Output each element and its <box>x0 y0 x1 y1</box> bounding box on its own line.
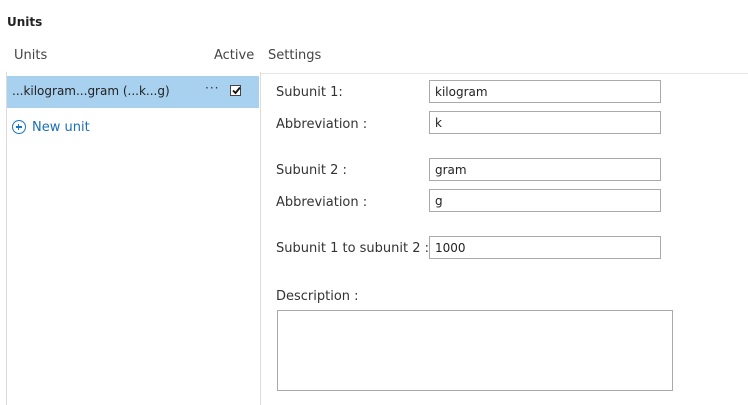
plus-circle-icon <box>12 120 26 134</box>
abbreviation1-label: Abbreviation : <box>276 117 368 132</box>
abbreviation2-label: Abbreviation : <box>276 195 368 210</box>
column-header-active: Active <box>214 48 255 63</box>
settings-top-divider <box>261 73 748 74</box>
description-label: Description : <box>276 289 359 304</box>
abbreviation2-input[interactable] <box>429 189 661 212</box>
subunit1-input[interactable] <box>429 80 661 103</box>
active-checkbox[interactable] <box>230 85 241 96</box>
checkmark-icon <box>232 86 241 95</box>
column-header-units: Units <box>14 48 48 63</box>
panel-divider-vertical <box>260 72 261 405</box>
unit-list-item-label: ...kilogram...gram (...k...g) <box>12 84 170 98</box>
description-textarea[interactable] <box>277 310 673 391</box>
ratio-input[interactable] <box>429 236 661 259</box>
abbreviation1-input[interactable] <box>429 111 661 134</box>
new-unit-button[interactable]: New unit <box>12 118 90 136</box>
more-options-icon[interactable]: ··· <box>205 81 219 95</box>
new-unit-label: New unit <box>32 119 90 135</box>
subunit1-label: Subunit 1: <box>276 85 343 100</box>
unit-list-item[interactable]: ...kilogram...gram (...k...g) ··· <box>7 76 259 108</box>
subunit2-input[interactable] <box>429 158 661 181</box>
ratio-label: Subunit 1 to subunit 2 : <box>276 241 430 256</box>
panel-title: Units <box>7 15 43 29</box>
subunit2-label: Subunit 2 : <box>276 163 347 178</box>
column-header-settings: Settings <box>268 48 322 63</box>
list-left-border <box>6 72 7 405</box>
